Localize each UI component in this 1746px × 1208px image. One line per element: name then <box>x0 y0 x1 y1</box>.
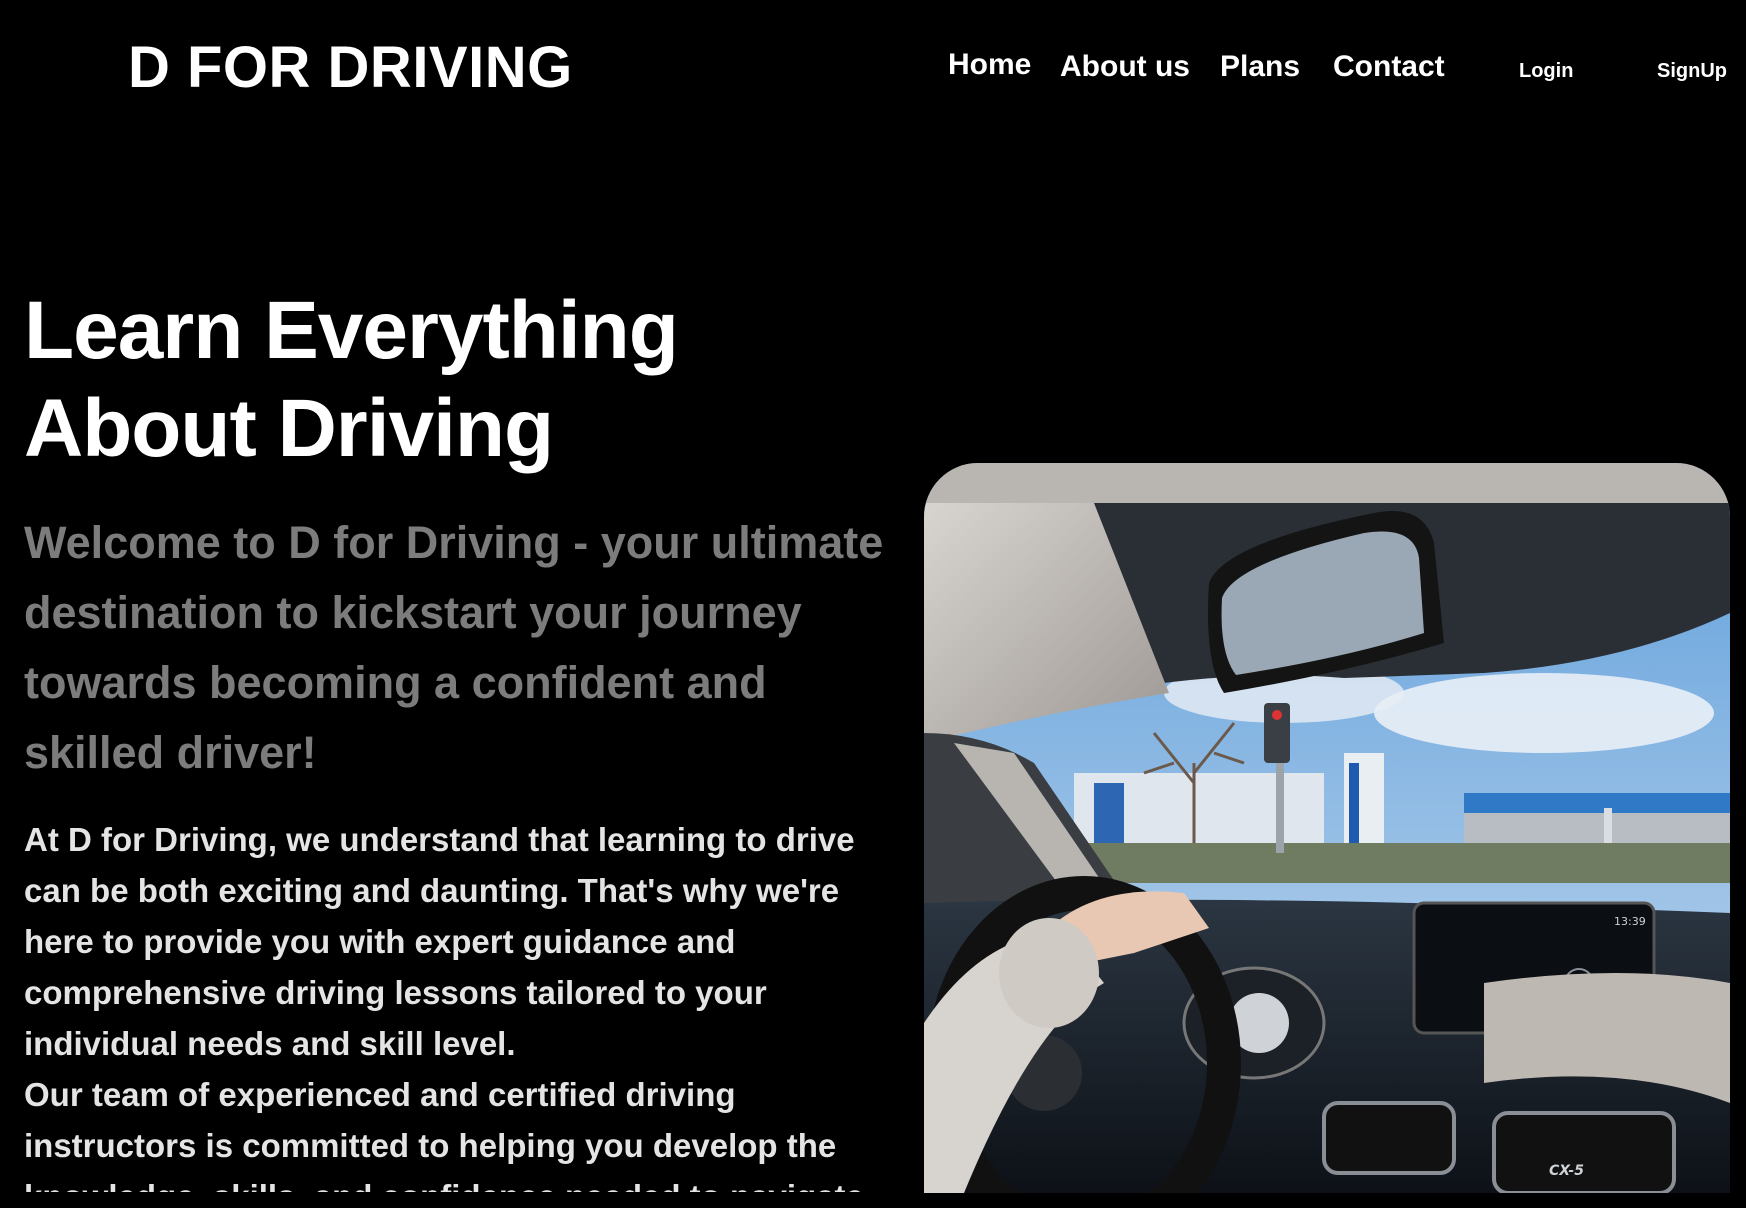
main-nav: Home About us Plans Contact Login SignUp <box>0 48 1746 88</box>
nav-contact-link[interactable]: Contact <box>1333 50 1445 84</box>
nav-about-link[interactable]: About us <box>1060 50 1190 84</box>
hero-paragraph-1: At D for Driving, we understand that lea… <box>24 821 855 1062</box>
hero-title: Learn Everything About Driving <box>24 282 679 478</box>
hero-body-text: At D for Driving, we understand that lea… <box>24 814 904 1192</box>
svg-text:13:39: 13:39 <box>1614 915 1646 928</box>
nav-home-link[interactable]: Home <box>948 48 1031 82</box>
hero-car-interior-image: 13:39 CX-5 <box>924 463 1730 1193</box>
hero-title-line1: Learn Everything <box>24 285 679 376</box>
hero-subtitle: Welcome to D for Driving - your ultimate… <box>24 517 884 778</box>
signup-button[interactable]: SignUp <box>1657 60 1727 83</box>
nav-plans-link[interactable]: Plans <box>1220 50 1300 84</box>
hero-paragraph-2: Our team of experienced and certified dr… <box>24 1076 864 1192</box>
car-interior-illustration: 13:39 CX-5 <box>924 463 1730 1193</box>
login-button[interactable]: Login <box>1519 60 1573 83</box>
hero-title-line2: About Driving <box>24 383 554 474</box>
svg-text:CX-5: CX-5 <box>1549 1163 1584 1179</box>
landing-page: D FOR DRIVING Home About us Plans Contac… <box>0 0 1746 1208</box>
